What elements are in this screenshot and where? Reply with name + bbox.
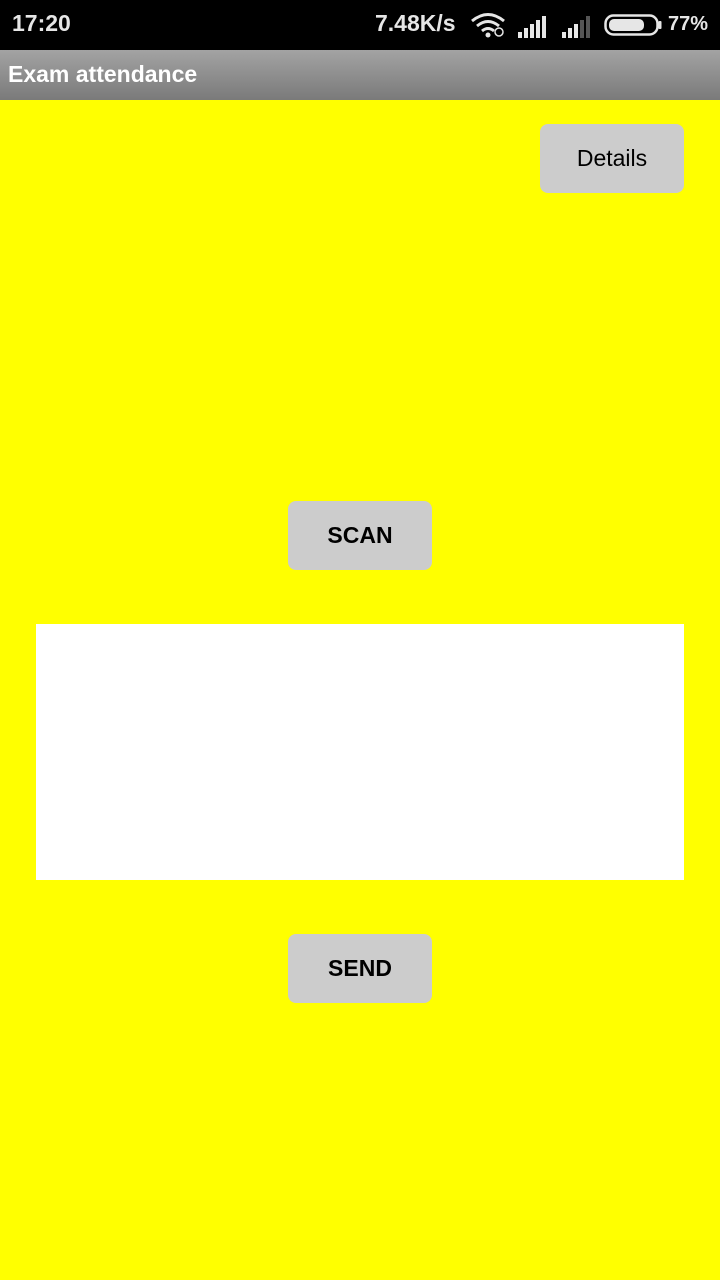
signal-icon-secondary — [562, 16, 590, 38]
send-button[interactable]: SEND — [288, 934, 432, 1003]
battery-percent: 77% — [668, 13, 709, 35]
signal-icon — [518, 16, 546, 38]
wifi-icon — [471, 13, 505, 38]
details-button[interactable]: Details — [540, 124, 684, 193]
app-title: Exam attendance — [8, 61, 198, 87]
status-bar: 17:20 7.48K/s 77% — [0, 0, 720, 50]
scan-result-field[interactable] — [36, 624, 684, 880]
network-speed: 7.48K/s — [375, 10, 456, 36]
battery-icon — [604, 14, 662, 36]
status-time: 17:20 — [12, 10, 71, 36]
scan-button[interactable]: SCAN — [288, 501, 432, 570]
app-bar: Exam attendance — [0, 50, 720, 100]
